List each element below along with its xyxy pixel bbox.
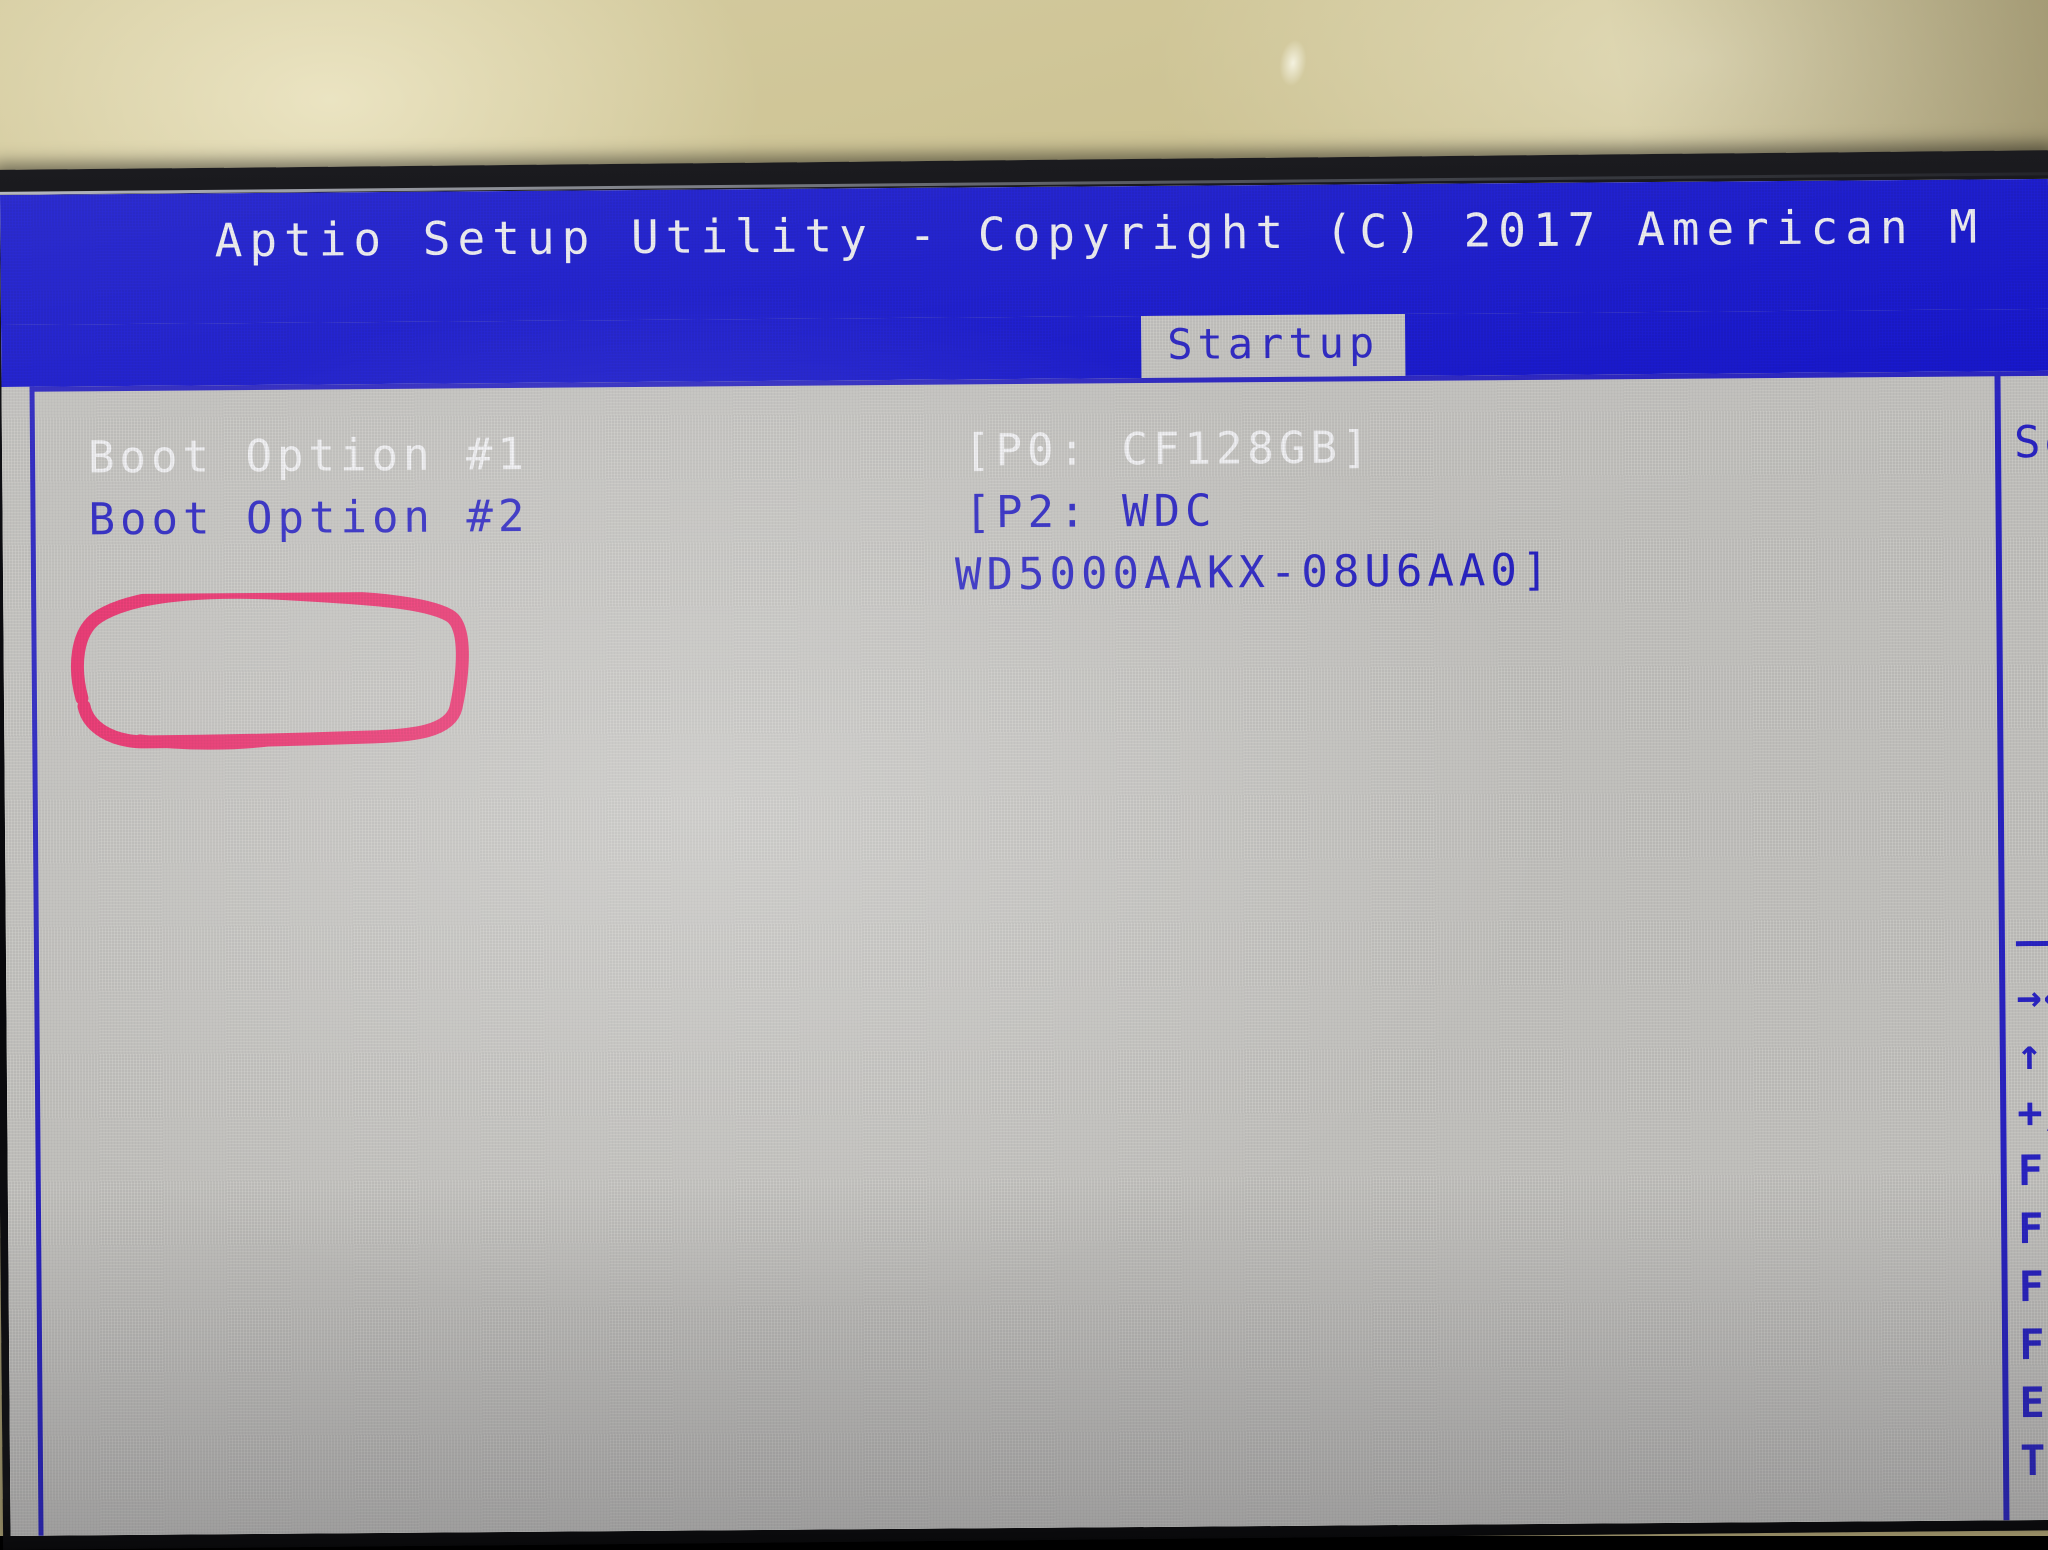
legend-key-arrows-vertical: ↑↓ — [2016, 1029, 2048, 1080]
legend-key-f9: F9 — [2018, 1261, 2048, 1312]
help-pane: Se — [2014, 416, 2048, 468]
wall-scuff-mark — [1276, 38, 1310, 88]
boot-option-2-value[interactable]: [P2: WDC — [964, 485, 1216, 538]
monitor-screen: Aptio Setup Utility - Copyright (C) 2017… — [0, 178, 2048, 1536]
legend-key-plus-minus: +/- — [2017, 1087, 2048, 1138]
legend-key-f7: F7 — [2017, 1203, 2048, 1254]
legend-key-tab: Tab — [2019, 1435, 2048, 1486]
boot-option-list: Boot Option #1 [P0: CF128GB] Boot Option… — [88, 417, 2048, 618]
boot-option-1-label: Boot Option #1 — [87, 428, 530, 484]
legend-key-arrows-horizontal: →← — [2016, 971, 2048, 1022]
key-legend: →← ↑↓ +/- F1 F7 F9 F10 Ent Tab — [2015, 940, 2048, 1490]
boot-option-2-value-continuation: WD5000AAKX-08U6AA0] — [954, 544, 1554, 601]
content-frame-left-border — [29, 386, 44, 1536]
tab-startup[interactable]: Startup — [1140, 313, 1406, 379]
help-pane-text: Se — [2013, 416, 2048, 469]
legend-key-enter: Ent — [2019, 1377, 2048, 1428]
bios-setup-screen: Aptio Setup Utility - Copyright (C) 2017… — [0, 178, 2048, 1536]
boot-option-2-label: Boot Option #2 — [88, 490, 530, 546]
legend-key-f1: F1 — [2017, 1145, 2048, 1196]
bios-content-area: Boot Option #1 [P0: CF128GB] Boot Option… — [1, 370, 2048, 1536]
key-legend-divider — [2015, 940, 2048, 947]
boot-option-1-value[interactable]: [P0: CF128GB] — [964, 422, 1374, 476]
legend-key-f10: F10 — [2018, 1319, 2048, 1370]
bios-header-bar: Aptio Setup Utility - Copyright (C) 2017… — [0, 178, 2048, 325]
page-title: Aptio Setup Utility - Copyright (C) 2017… — [214, 199, 1985, 268]
